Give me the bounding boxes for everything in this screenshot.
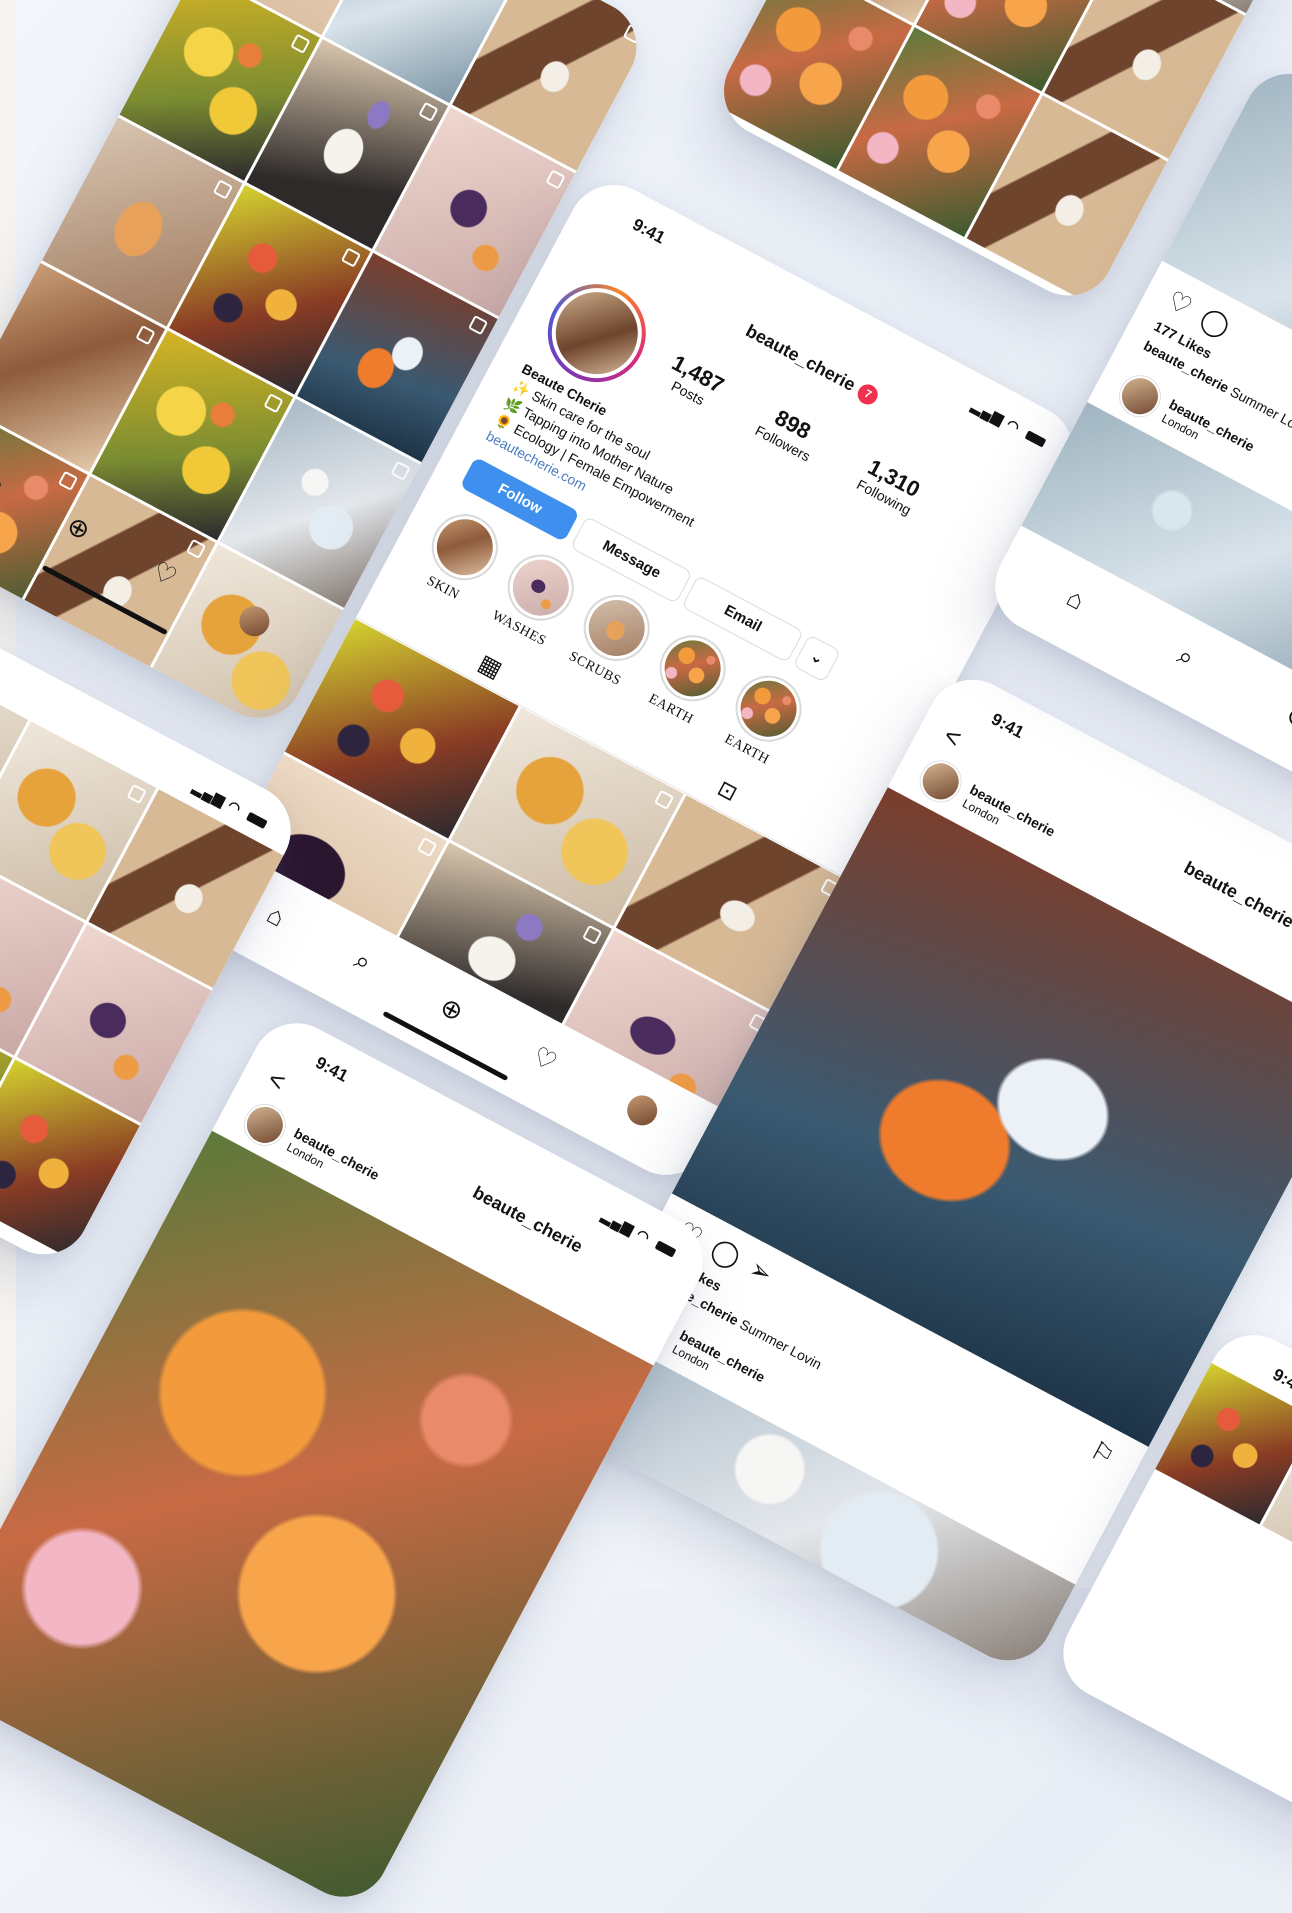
add-icon[interactable]: ⊕	[62, 509, 95, 547]
post-title: beaute_cherie	[1180, 857, 1292, 932]
add-icon[interactable]: ⊕	[435, 990, 468, 1028]
notification-badge[interactable]: 7	[854, 381, 882, 409]
add-icon[interactable]: ⊕	[1281, 698, 1292, 736]
status-time: 9:41	[1269, 1364, 1292, 1398]
comment-icon[interactable]: ◯	[706, 1233, 746, 1274]
search-icon[interactable]: ⌕	[349, 944, 377, 979]
avatar[interactable]	[1112, 369, 1168, 424]
avatar[interactable]	[913, 754, 968, 809]
stat-following[interactable]: 1,310 Following	[853, 453, 926, 520]
avatar[interactable]	[621, 1089, 663, 1131]
back-button[interactable]: <	[263, 1063, 290, 1098]
signal-icon: ▂▄▆	[969, 397, 1008, 428]
battery-icon	[1024, 430, 1047, 448]
mockup-stage: ⌕ ⊕ ♡ 9:41 ▂▄▆ ◠ beaute_cherie 7 1,487 P…	[0, 0, 1292, 1913]
wifi-icon: ◠	[634, 1225, 654, 1246]
wifi-icon: ◠	[225, 796, 245, 818]
post-photo[interactable]	[0, 1130, 654, 1913]
home-icon[interactable]: ⌂	[262, 898, 290, 933]
search-icon[interactable]: ⌕	[0, 467, 10, 502]
status-time: 9:41	[629, 214, 669, 248]
wifi-icon: ◠	[1004, 415, 1024, 436]
bookmark-icon[interactable]: ⚐	[1085, 1434, 1120, 1472]
status-icons: ▂▄▆ ◠	[969, 397, 1049, 450]
signal-icon: ▂▄▆	[599, 1207, 638, 1238]
search-icon[interactable]: ⌕	[1172, 640, 1200, 675]
battery-icon	[654, 1240, 677, 1258]
username-text: beaute_cherie	[742, 320, 859, 395]
avatar[interactable]	[234, 601, 276, 642]
heart-icon[interactable]: ♡	[1162, 284, 1198, 322]
heart-icon[interactable]: ♡	[527, 1040, 563, 1078]
avatar[interactable]	[237, 1097, 292, 1152]
home-icon[interactable]: ⌂	[1062, 581, 1090, 616]
comment-icon[interactable]: ◯	[1195, 302, 1236, 343]
grid-icon[interactable]: ▦	[473, 648, 507, 684]
stat-followers[interactable]: 898 Followers	[752, 399, 826, 466]
share-icon[interactable]: ➢	[744, 1253, 777, 1291]
signal-icon: ▂▄▆	[190, 778, 229, 809]
heart-icon[interactable]: ♡	[147, 555, 183, 593]
status-icons: ▂▄▆ ◠	[599, 1207, 679, 1260]
post-title: beaute_cherie	[469, 1182, 586, 1257]
tagged-icon[interactable]: ⊡	[713, 775, 742, 807]
back-button[interactable]: <	[938, 720, 966, 755]
status-time: 9:41	[988, 709, 1028, 743]
profile-username: beaute_cherie 7	[742, 320, 882, 409]
status-time: 9:41	[312, 1052, 352, 1086]
battery-icon	[245, 811, 268, 829]
more-button[interactable]: ⌄	[792, 634, 842, 683]
stat-posts[interactable]: 1,487 Posts	[659, 350, 728, 415]
